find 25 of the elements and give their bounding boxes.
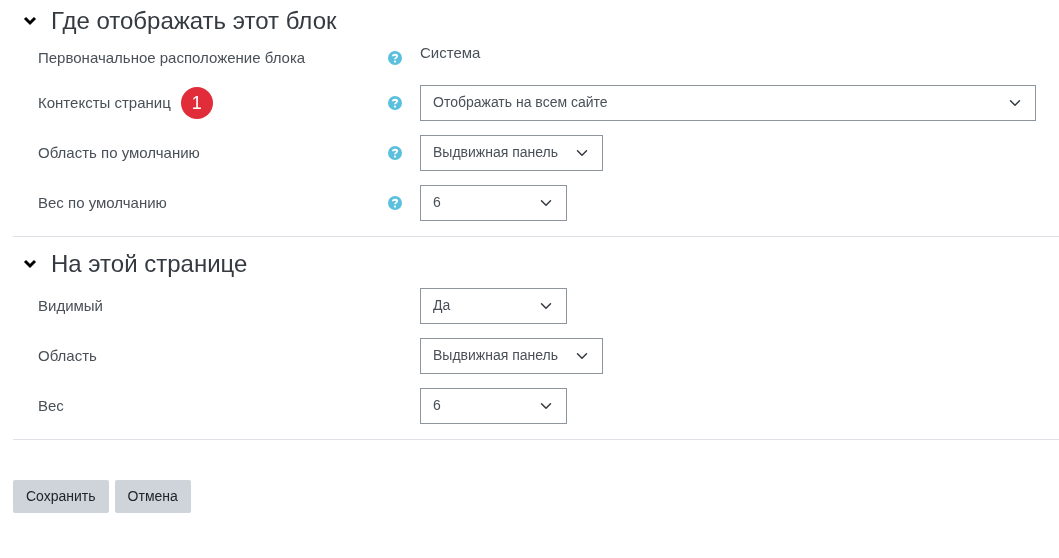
help-icon[interactable] (388, 196, 402, 210)
chevron-icon[interactable] (23, 16, 37, 26)
field-label: Контексты страниц (38, 92, 171, 113)
count-badge: 1 (180, 87, 213, 119)
field-label: Вес (38, 395, 64, 416)
field-label: Область по умолчанию (38, 142, 200, 163)
field-label: Видимый (38, 295, 103, 316)
help-icon[interactable] (388, 146, 402, 160)
chevron-icon[interactable] (23, 259, 37, 269)
help-icon[interactable] (388, 51, 402, 65)
field-label: Первоначальное расположение блока (38, 47, 306, 68)
static-value: Система (420, 42, 481, 63)
field-label: Область (38, 345, 97, 366)
field-label: Вес по умолчанию (38, 192, 167, 213)
dropdown[interactable]: Отображать на всем сайте (420, 85, 1036, 121)
save-button[interactable]: Сохранить (13, 480, 109, 513)
section-title: Где отображать этот блок (51, 6, 337, 36)
dropdown[interactable]: 6 (420, 185, 567, 221)
dropdown[interactable]: Да (420, 288, 567, 324)
section-title: На этой странице (51, 249, 248, 279)
dropdown[interactable]: 6 (420, 388, 567, 424)
help-icon[interactable] (388, 96, 402, 110)
cancel-button[interactable]: Отмена (114, 480, 191, 513)
dropdown[interactable]: Выдвижная панель (420, 338, 604, 374)
dropdown[interactable]: Выдвижная панель (420, 135, 604, 171)
